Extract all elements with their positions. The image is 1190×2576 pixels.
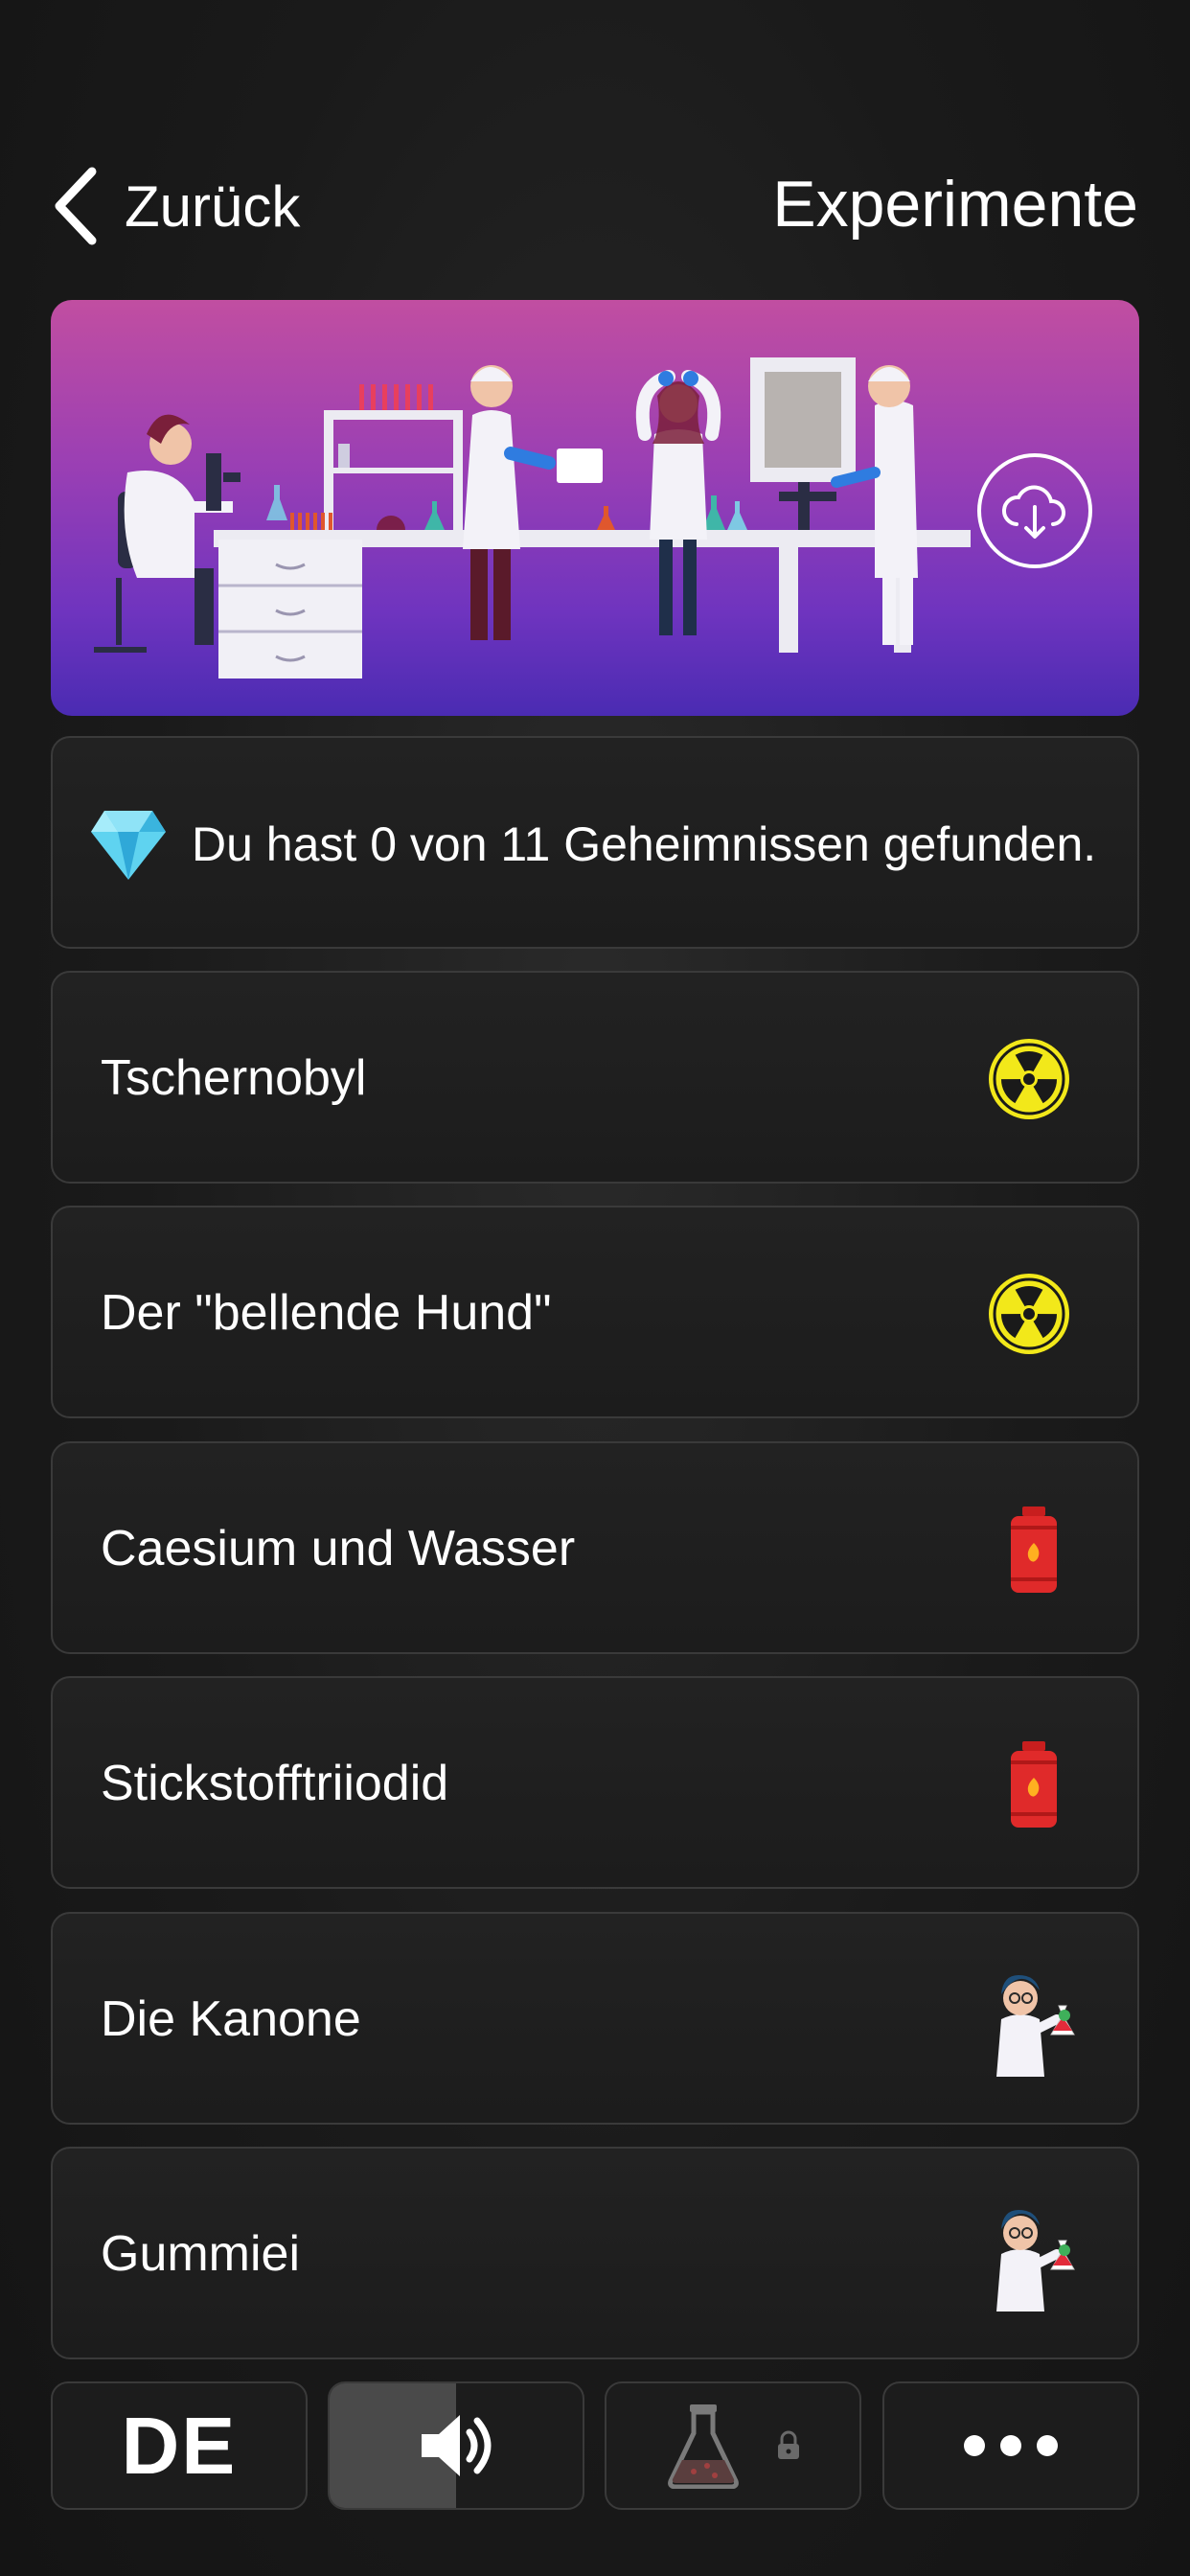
language-label: DE bbox=[121, 2400, 238, 2491]
chevron-left-icon bbox=[55, 167, 97, 245]
experiment-label: Der "bellende Hund" bbox=[101, 1285, 552, 1341]
lab-locked-button[interactable] bbox=[605, 2381, 861, 2510]
flask-icon bbox=[668, 2404, 739, 2489]
experiment-label: Caesium und Wasser bbox=[101, 1521, 576, 1576]
more-dots-icon bbox=[964, 2435, 1058, 2456]
experiment-item[interactable]: Gummiei bbox=[51, 2147, 1139, 2359]
bottom-toolbar: DE bbox=[51, 2381, 1139, 2510]
diamond-icon bbox=[91, 811, 166, 880]
radioactive-icon bbox=[989, 1274, 1069, 1354]
experiment-item[interactable]: Stickstofftriiodid bbox=[51, 1676, 1139, 1889]
secrets-card: Du hast 0 von 11 Geheimnissen gefunden. bbox=[51, 736, 1139, 949]
page-title: Experimente bbox=[772, 168, 1138, 241]
sound-button[interactable] bbox=[328, 2381, 584, 2510]
more-button[interactable] bbox=[882, 2381, 1139, 2510]
lab-banner bbox=[51, 300, 1139, 716]
speaker-icon bbox=[422, 2415, 492, 2476]
cloud-download-button[interactable] bbox=[977, 453, 1092, 568]
experiment-label: Stickstofftriiodid bbox=[101, 1756, 449, 1811]
experiment-item[interactable]: Die Kanone bbox=[51, 1912, 1139, 2125]
gas-cylinder-icon bbox=[1011, 1506, 1057, 1593]
experiment-item[interactable]: Der "bellende Hund" bbox=[51, 1206, 1139, 1418]
back-label: Zurück bbox=[125, 173, 301, 239]
lock-icon bbox=[778, 2430, 799, 2459]
header: Zurück Experimente bbox=[0, 153, 1190, 259]
experiment-label: Gummiei bbox=[101, 2226, 301, 2282]
experiment-item[interactable]: Tschernobyl bbox=[51, 971, 1139, 1184]
cloud-download-icon bbox=[1001, 485, 1065, 539]
back-button[interactable]: Zurück bbox=[50, 163, 300, 249]
experiment-label: Die Kanone bbox=[101, 1991, 361, 2047]
lab-illustration bbox=[94, 357, 971, 678]
scientist-icon bbox=[996, 1975, 1075, 2077]
secrets-text: Du hast 0 von 11 Geheimnissen gefunden. bbox=[192, 817, 1097, 871]
gas-cylinder-icon bbox=[1011, 1741, 1057, 1828]
experiment-item[interactable]: Caesium und Wasser bbox=[51, 1441, 1139, 1654]
experiment-label: Tschernobyl bbox=[101, 1050, 367, 1106]
language-button[interactable]: DE bbox=[51, 2381, 308, 2510]
radioactive-icon bbox=[989, 1039, 1069, 1119]
scientist-icon bbox=[996, 2210, 1075, 2312]
